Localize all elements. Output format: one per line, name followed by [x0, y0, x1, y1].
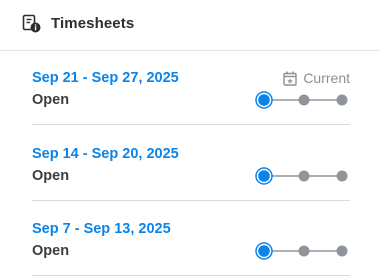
timesheet-clock-icon	[22, 14, 41, 33]
timesheet-row[interactable]: Sep 7 - Sep 13, 2025 Open	[32, 202, 350, 276]
progress-step-3	[336, 245, 348, 257]
calendar-star-icon	[283, 71, 298, 86]
current-badge: Current	[283, 69, 350, 87]
timesheet-status: Open	[32, 92, 70, 108]
approval-progress	[255, 91, 348, 109]
timesheet-date-range[interactable]: Sep 21 - Sep 27, 2025	[32, 70, 179, 86]
timesheet-row[interactable]: Sep 21 - Sep 27, 2025 Open Current	[32, 51, 350, 125]
timesheets-header: Timesheets	[0, 0, 380, 51]
timesheet-date-range[interactable]: Sep 7 - Sep 13, 2025	[32, 221, 171, 237]
current-label: Current	[303, 70, 350, 86]
timesheet-status: Open	[32, 243, 70, 259]
progress-step-2	[298, 170, 310, 182]
progress-step-2	[298, 94, 310, 106]
page-title: Timesheets	[51, 15, 135, 32]
progress-step-3	[336, 94, 348, 106]
progress-step-2	[298, 245, 310, 257]
timesheet-status: Open	[32, 168, 70, 184]
progress-step-3	[336, 170, 348, 182]
approval-progress	[255, 242, 348, 260]
approval-progress	[255, 167, 348, 185]
timesheet-date-range[interactable]: Sep 14 - Sep 20, 2025	[32, 146, 179, 162]
timesheet-row[interactable]: Sep 14 - Sep 20, 2025 Open	[32, 127, 350, 201]
